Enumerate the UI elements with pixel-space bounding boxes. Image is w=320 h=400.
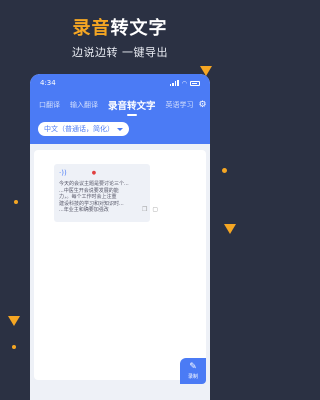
- decorative-triangle: [224, 224, 236, 234]
- sound-wave-icon[interactable]: ·)): [59, 169, 67, 177]
- transcript-card: ·)) ● 今天的会议主题是要讨论三个... ...中医生开会说要发展的能 力，…: [34, 150, 206, 384]
- transcript-line: 今天的会议主题是要讨论三个...: [59, 181, 129, 187]
- mic-icon: ●: [91, 170, 97, 176]
- chevron-down-icon: [117, 127, 123, 131]
- decorative-triangle: [8, 316, 20, 326]
- copy-icon[interactable]: ❐: [142, 206, 147, 213]
- transcript-text: 今天的会议主题是要讨论三个... ...中医生开会说要发展的能 力，。每个工作时…: [59, 181, 145, 214]
- tab-input-translate[interactable]: 输入翻译: [65, 100, 103, 110]
- transcript-line: 力，。每个工作时会上注重: [59, 194, 117, 201]
- hero-subtitle: 边说边转 一键导出: [72, 46, 168, 59]
- record-button-label: 录制: [187, 374, 198, 380]
- transcript-line: ...年业主和确要加强改: [59, 207, 109, 214]
- status-bar: 4:34 ◠: [30, 74, 210, 92]
- record-icon: ✎: [189, 362, 197, 372]
- signal-icon: [169, 80, 179, 86]
- decorative-dot: [14, 200, 18, 204]
- transcript-actions: ❐ ▢: [142, 206, 158, 213]
- status-icons: ◠: [169, 79, 200, 87]
- phone-mockup: 4:34 ◠ 口翻译 输入翻译 录音转文字 英语学习 ⚙ 中文（普通话，简化） …: [30, 74, 210, 400]
- status-time: 4:34: [40, 79, 56, 87]
- app-header: 4:34 ◠ 口翻译 输入翻译 录音转文字 英语学习 ⚙ 中文（普通话，简化）: [30, 74, 210, 144]
- transcript-bubble[interactable]: ·)) ● 今天的会议主题是要讨论三个... ...中医生开会说要发展的能 力，…: [54, 164, 150, 222]
- gear-icon[interactable]: ⚙: [199, 100, 207, 110]
- tab-english-learning[interactable]: 英语学习: [161, 100, 199, 110]
- battery-icon: [190, 80, 200, 86]
- language-select-value: 中文（普通话，简化）: [44, 125, 114, 133]
- delete-icon[interactable]: ▢: [152, 206, 158, 213]
- record-button[interactable]: ✎ 录制: [180, 358, 206, 384]
- content-area: ·)) ● 今天的会议主题是要讨论三个... ...中医生开会说要发展的能 力，…: [30, 144, 210, 400]
- decorative-dot: [222, 168, 227, 173]
- tab-speech-to-text[interactable]: 录音转文字: [103, 98, 161, 116]
- decorative-dot: [12, 345, 16, 349]
- hero-title-rest: 转文字: [110, 18, 168, 39]
- tab-bar: 口翻译 输入翻译 录音转文字 英语学习 ⚙: [30, 96, 210, 116]
- hero-title-highlight: 录音: [72, 18, 111, 39]
- hero-title: 录音转文字: [0, 14, 240, 40]
- wifi-icon: ◠: [181, 79, 187, 87]
- tab-oral-translate[interactable]: 口翻译: [34, 100, 65, 110]
- language-select[interactable]: 中文（普通话，简化）: [38, 122, 129, 136]
